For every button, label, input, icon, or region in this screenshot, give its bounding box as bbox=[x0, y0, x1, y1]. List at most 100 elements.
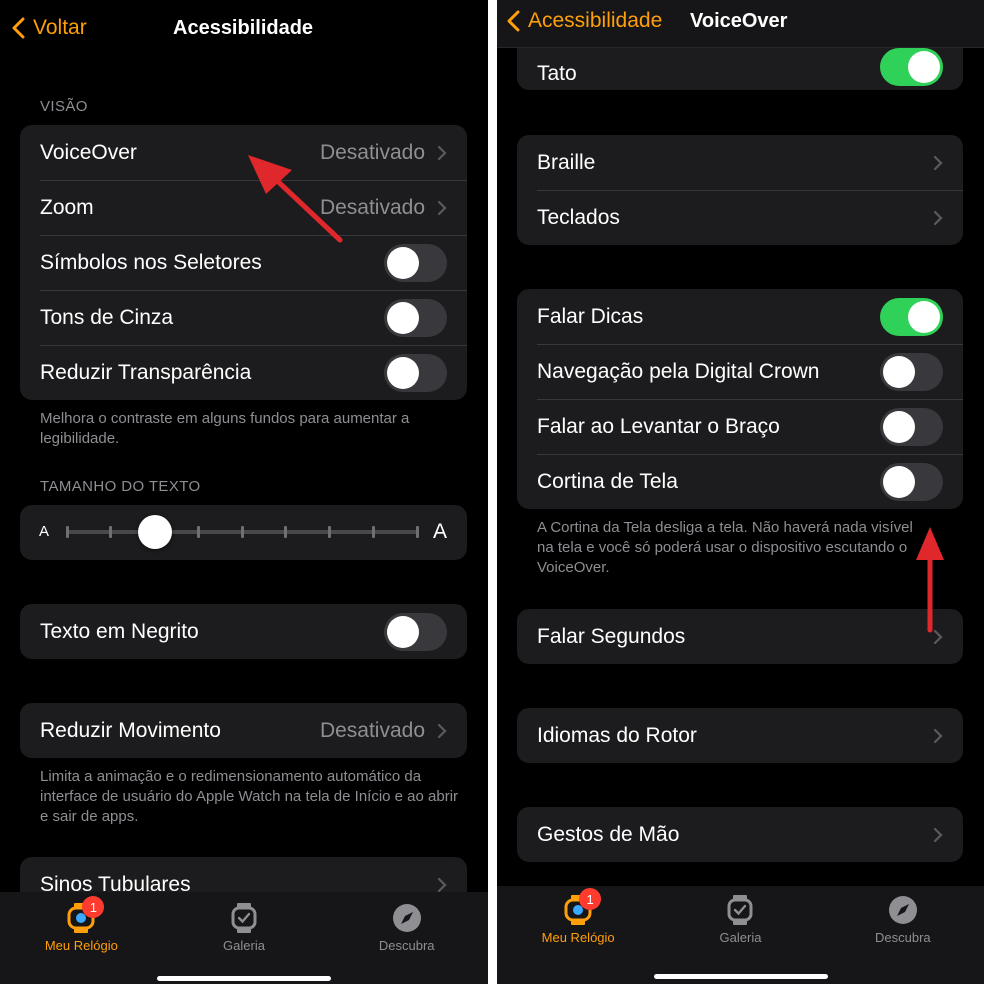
row-label: Texto em Negrito bbox=[40, 619, 199, 643]
back-button[interactable]: Voltar bbox=[12, 16, 87, 40]
chevron-right-icon bbox=[933, 728, 943, 743]
toggle-knob bbox=[883, 410, 915, 443]
chevron-right-icon bbox=[933, 155, 943, 170]
speak-on-wrist-raise-toggle[interactable] bbox=[880, 407, 943, 446]
speak-hints-toggle[interactable] bbox=[880, 297, 943, 336]
grayscale-toggle[interactable] bbox=[384, 298, 447, 337]
watch-face-icon: 1 bbox=[66, 896, 105, 934]
selector-symbols-toggle[interactable] bbox=[384, 243, 447, 282]
row-label: VoiceOver bbox=[40, 140, 137, 164]
toggle-knob bbox=[387, 615, 419, 648]
touch-toggle[interactable] bbox=[880, 48, 943, 86]
digital-crown-navigation-toggle[interactable] bbox=[880, 352, 943, 391]
screen-curtain-row: Cortina de Tela bbox=[517, 454, 963, 509]
bold-text-group: Texto em Negrito bbox=[20, 604, 467, 659]
braille-group: Braille Teclados bbox=[517, 135, 963, 245]
tab-my-watch[interactable]: 1 Meu Relógio bbox=[0, 892, 163, 984]
slider-thumb[interactable] bbox=[137, 515, 172, 549]
text-size-slider[interactable] bbox=[65, 515, 419, 549]
tab-label: Galeria bbox=[719, 930, 762, 945]
rotor-languages-group: Idiomas do Rotor bbox=[517, 708, 963, 763]
row-label: Gestos de Mão bbox=[537, 822, 680, 846]
tab-label: Descubra bbox=[875, 930, 931, 945]
row-label: Símbolos nos Seletores bbox=[40, 250, 262, 274]
row-label: Braille bbox=[537, 150, 596, 174]
vision-group: VoiceOver Desativado Zoom Desativado Sím… bbox=[20, 125, 467, 400]
row-value: Desativado bbox=[319, 718, 425, 742]
row-label: Zoom bbox=[40, 195, 94, 219]
row-value: Desativado bbox=[319, 140, 425, 164]
notification-badge: 1 bbox=[579, 888, 602, 910]
reduce-transparency-toggle[interactable] bbox=[384, 353, 447, 392]
tab-label: Meu Relógio bbox=[541, 930, 615, 945]
vision-footnote: Melhora o contraste em alguns fundos par… bbox=[40, 410, 410, 447]
tab-my-watch[interactable]: 1 Meu Relógio bbox=[497, 886, 659, 984]
row-label: Teclados bbox=[537, 205, 620, 229]
slider-tick bbox=[65, 526, 69, 538]
reduce-motion-footnote: Limita a animação e o redimensionamento … bbox=[40, 768, 459, 825]
tab-bar: 1 Meu Relógio Galeria Descubra bbox=[0, 892, 488, 984]
row-label: Falar Dicas bbox=[537, 304, 644, 328]
navigation-bar: Voltar Acessibilidade bbox=[0, 0, 488, 56]
row-label: Reduzir Transparência bbox=[40, 360, 252, 384]
keyboards-row[interactable]: Teclados bbox=[517, 190, 963, 245]
zoom-row[interactable]: Zoom Desativado bbox=[20, 180, 467, 235]
reduce-motion-group: Reduzir Movimento Desativado bbox=[20, 703, 467, 758]
tab-gallery[interactable]: Galeria bbox=[659, 886, 821, 984]
speech-group: Falar Dicas Navegação pela Digital Crown… bbox=[517, 289, 963, 509]
speak-seconds-group: Falar Segundos bbox=[517, 609, 963, 664]
watch-face-icon: 1 bbox=[563, 888, 602, 926]
chevron-right-icon bbox=[933, 827, 943, 842]
chevron-right-icon bbox=[437, 145, 447, 160]
chevron-right-icon bbox=[437, 200, 447, 215]
reduce-motion-row[interactable]: Reduzir Movimento Desativado bbox=[20, 703, 467, 758]
page-title: VoiceOver bbox=[690, 10, 788, 32]
bold-text-toggle[interactable] bbox=[384, 612, 447, 651]
toggle-knob bbox=[908, 300, 940, 333]
back-label: Voltar bbox=[33, 16, 87, 39]
toggle-knob bbox=[387, 301, 419, 334]
compass-icon bbox=[888, 894, 918, 926]
text-size-group: A A bbox=[20, 505, 467, 560]
rotor-languages-row[interactable]: Idiomas do Rotor bbox=[517, 708, 963, 763]
compass-icon bbox=[392, 902, 422, 934]
screen-curtain-toggle[interactable] bbox=[880, 462, 943, 501]
home-indicator bbox=[157, 976, 331, 981]
row-label: Cortina de Tela bbox=[537, 469, 678, 493]
tab-label: Galeria bbox=[223, 938, 265, 953]
accessibility-screen: Voltar Acessibilidade VISÃO VoiceOver De… bbox=[0, 0, 488, 984]
row-label: Navegação pela Digital Crown bbox=[537, 359, 820, 383]
slider-tick bbox=[109, 526, 113, 538]
watch-icon bbox=[727, 894, 753, 926]
row-label: Falar Segundos bbox=[537, 624, 686, 648]
voiceover-row[interactable]: VoiceOver Desativado bbox=[20, 125, 467, 180]
digital-crown-navigation-row: Navegação pela Digital Crown bbox=[517, 344, 963, 399]
grayscale-row: Tons de Cinza bbox=[20, 290, 467, 345]
row-label: Tato bbox=[537, 62, 577, 85]
tab-discover[interactable]: Descubra bbox=[325, 892, 488, 984]
tab-discover[interactable]: Descubra bbox=[822, 886, 984, 984]
toggle-knob bbox=[883, 355, 915, 388]
home-indicator bbox=[654, 974, 828, 979]
toggle-knob bbox=[883, 465, 915, 498]
row-label: Tons de Cinza bbox=[40, 305, 174, 329]
slider-tick bbox=[328, 526, 331, 538]
braille-row[interactable]: Braille bbox=[517, 135, 963, 190]
tab-gallery[interactable]: Galeria bbox=[163, 892, 326, 984]
chevron-right-icon bbox=[437, 723, 447, 738]
tab-label: Descubra bbox=[378, 938, 435, 953]
navigation-bar: Acessibilidade VoiceOver bbox=[497, 0, 984, 48]
large-text-label: A bbox=[433, 520, 448, 543]
back-button[interactable]: Acessibilidade bbox=[507, 9, 662, 33]
hand-gestures-row[interactable]: Gestos de Mão bbox=[517, 807, 963, 862]
slider-tick bbox=[240, 526, 244, 538]
slider-tick bbox=[371, 526, 375, 538]
slider-tick bbox=[284, 526, 288, 538]
chevron-left-icon bbox=[507, 10, 520, 32]
toggle-knob bbox=[908, 51, 940, 83]
slider-tick bbox=[415, 526, 419, 538]
speak-seconds-row[interactable]: Falar Segundos bbox=[517, 609, 963, 664]
row-label: Reduzir Movimento bbox=[40, 718, 221, 742]
reduce-transparency-row: Reduzir Transparência bbox=[20, 345, 467, 400]
hand-gestures-group: Gestos de Mão bbox=[517, 807, 963, 862]
